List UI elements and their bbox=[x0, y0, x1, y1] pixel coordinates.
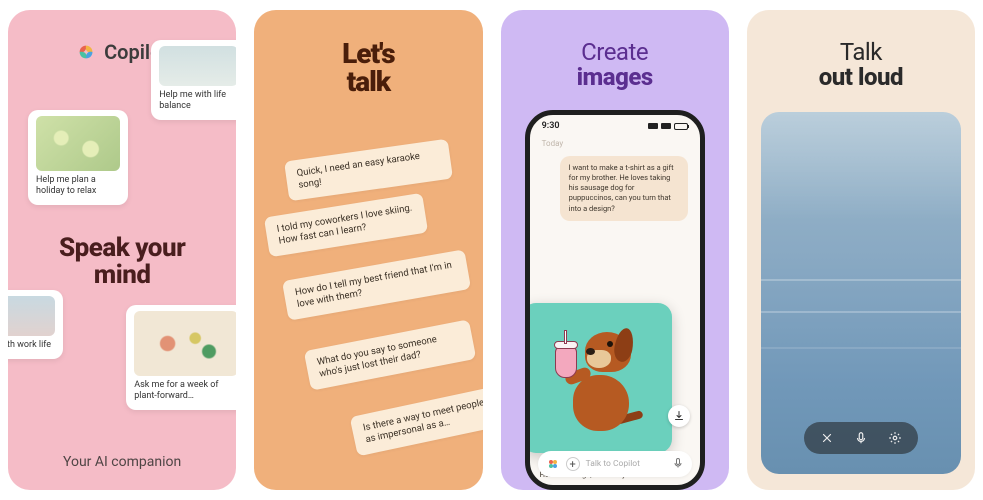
status-bar: 9:30 bbox=[530, 115, 700, 137]
headline: Talkout loud bbox=[747, 40, 975, 90]
screenshot-panel-talk-out-loud: Talkout loud bbox=[747, 10, 975, 490]
suggestion-card-work-life[interactable]: …th work life bbox=[8, 290, 63, 359]
suggestion-card-life-balance[interactable]: Help me with life balance bbox=[151, 40, 236, 120]
date-label: Today bbox=[530, 137, 700, 150]
mic-icon[interactable] bbox=[672, 457, 684, 472]
screenshot-panel-lets-talk: Let'stalk Quick, I need an easy karaoke … bbox=[254, 10, 482, 490]
user-message-bubble: I want to make a t-shirt as a gift for m… bbox=[560, 156, 688, 221]
download-button[interactable] bbox=[668, 405, 690, 427]
tagline: Your AI companion bbox=[8, 454, 236, 470]
headline: Let'stalk bbox=[254, 40, 482, 96]
card-thumbnail bbox=[134, 311, 236, 376]
add-button[interactable]: + bbox=[566, 457, 580, 471]
prompt-chip[interactable]: How do I tell my best friend that I'm in… bbox=[282, 249, 471, 320]
mic-icon[interactable] bbox=[852, 429, 870, 447]
card-text: Ask me for a week of plant-forward… bbox=[134, 380, 236, 402]
screenshot-panel-speak-your-mind: Copilot Help me with life balance Help m… bbox=[8, 10, 236, 490]
chat-input-bar[interactable]: + Talk to Copilot bbox=[538, 451, 692, 477]
settings-icon[interactable] bbox=[886, 429, 904, 447]
status-time: 9:30 bbox=[542, 121, 560, 131]
voice-mode-background bbox=[761, 112, 961, 474]
status-icons bbox=[648, 123, 688, 130]
card-text: Help me with life balance bbox=[159, 90, 236, 112]
battery-icon bbox=[674, 123, 688, 130]
chat-input-placeholder[interactable]: Talk to Copilot bbox=[586, 459, 666, 469]
card-text: Help me plan a holiday to relax bbox=[36, 175, 120, 197]
suggestion-card-holiday[interactable]: Help me plan a holiday to relax bbox=[28, 110, 128, 205]
download-icon bbox=[673, 410, 685, 422]
prompt-chip[interactable]: I told my coworkers I love skiing. How f… bbox=[264, 193, 428, 257]
dog-illustration bbox=[549, 326, 644, 431]
signal-icon bbox=[648, 123, 658, 129]
close-icon[interactable] bbox=[818, 429, 836, 447]
screenshot-panel-create-images: Createimages 9:30 Today I want to make a… bbox=[501, 10, 729, 490]
card-thumbnail bbox=[8, 296, 55, 336]
card-thumbnail bbox=[36, 116, 120, 171]
copilot-logo-icon bbox=[76, 41, 98, 63]
prompt-chip[interactable]: Quick, I need an easy karaoke song! bbox=[284, 139, 453, 201]
card-text: …th work life bbox=[8, 340, 55, 351]
generated-image[interactable] bbox=[525, 303, 672, 453]
prompt-chip[interactable]: Is there a way to meet people not as imp… bbox=[350, 384, 483, 457]
copilot-mini-icon[interactable] bbox=[546, 457, 560, 471]
headline: Speak yourmind bbox=[8, 235, 236, 290]
phone-mockup: 9:30 Today I want to make a t-shirt as a… bbox=[525, 110, 705, 490]
card-thumbnail bbox=[159, 46, 236, 86]
wifi-icon bbox=[661, 123, 671, 129]
voice-controls bbox=[804, 422, 918, 454]
headline: Createimages bbox=[501, 40, 729, 90]
prompt-chip[interactable]: What do you say to someone who's just lo… bbox=[304, 319, 476, 390]
suggestion-card-plant-forward[interactable]: Ask me for a week of plant-forward… bbox=[126, 305, 236, 410]
